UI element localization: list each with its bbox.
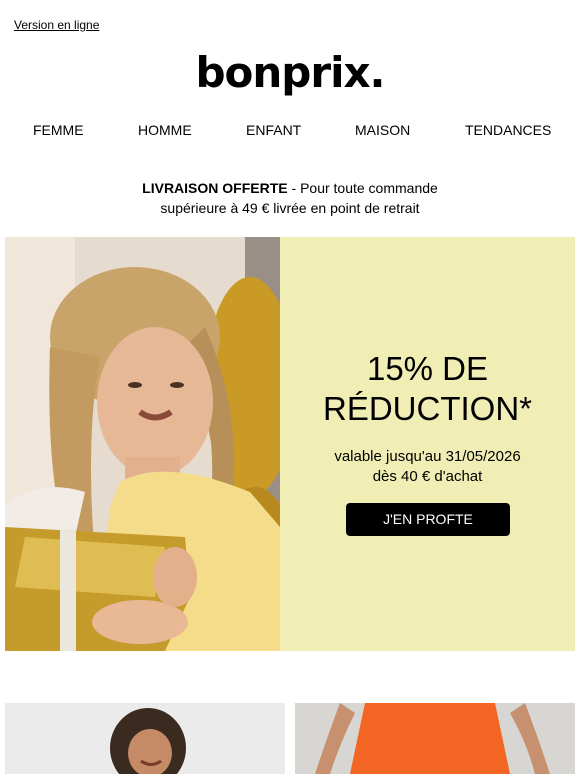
promo-cta-button[interactable]: J'EN PROFTE bbox=[346, 503, 510, 536]
promo-title: 15% DE RÉDUCTION* bbox=[280, 349, 575, 429]
tile2-illustration bbox=[295, 703, 575, 774]
promo-title-line1: 15% DE bbox=[366, 350, 489, 387]
nav-item-homme[interactable]: HOMME bbox=[138, 122, 192, 138]
woman-smiling-photo[interactable] bbox=[5, 703, 285, 774]
promo-title-line2: RÉDUCTION* bbox=[322, 390, 532, 427]
online-version-link[interactable]: Version en ligne bbox=[14, 18, 99, 32]
shipping-text-line2: supérieure à 49 € livrée en point de ret… bbox=[160, 200, 420, 216]
promo-panel: 15% DE RÉDUCTION* valable jusqu'au 31/05… bbox=[280, 237, 575, 651]
tile1-illustration bbox=[5, 703, 285, 774]
shipping-banner: LIVRAISON OFFERTE - Pour toute commande … bbox=[0, 178, 580, 218]
promo-minimum: dès 40 € d'achat bbox=[372, 468, 483, 485]
promo-conditions: valable jusqu'au 31/05/2026 dès 40 € d'a… bbox=[280, 447, 575, 487]
shipping-highlight: LIVRAISON OFFERTE bbox=[142, 180, 288, 196]
shipping-text: - Pour toute commande bbox=[287, 180, 438, 196]
hero-banner[interactable]: 15% DE RÉDUCTION* valable jusqu'au 31/05… bbox=[5, 237, 575, 651]
main-nav: FEMME HOMME ENFANT MAISON TENDANCES bbox=[0, 122, 580, 142]
hero-photo-illustration bbox=[5, 237, 280, 651]
orange-dress-photo[interactable] bbox=[295, 703, 575, 774]
nav-item-femme[interactable]: FEMME bbox=[33, 122, 84, 138]
woman-with-gift-photo[interactable] bbox=[5, 237, 280, 651]
bonprix-logo[interactable]: bonprix. bbox=[0, 48, 580, 97]
nav-item-tendances[interactable]: TENDANCES bbox=[465, 122, 551, 138]
nav-item-maison[interactable]: MAISON bbox=[355, 122, 410, 138]
nav-item-enfant[interactable]: ENFANT bbox=[246, 122, 301, 138]
promo-validity: valable jusqu'au 31/05/2026 bbox=[334, 448, 521, 465]
